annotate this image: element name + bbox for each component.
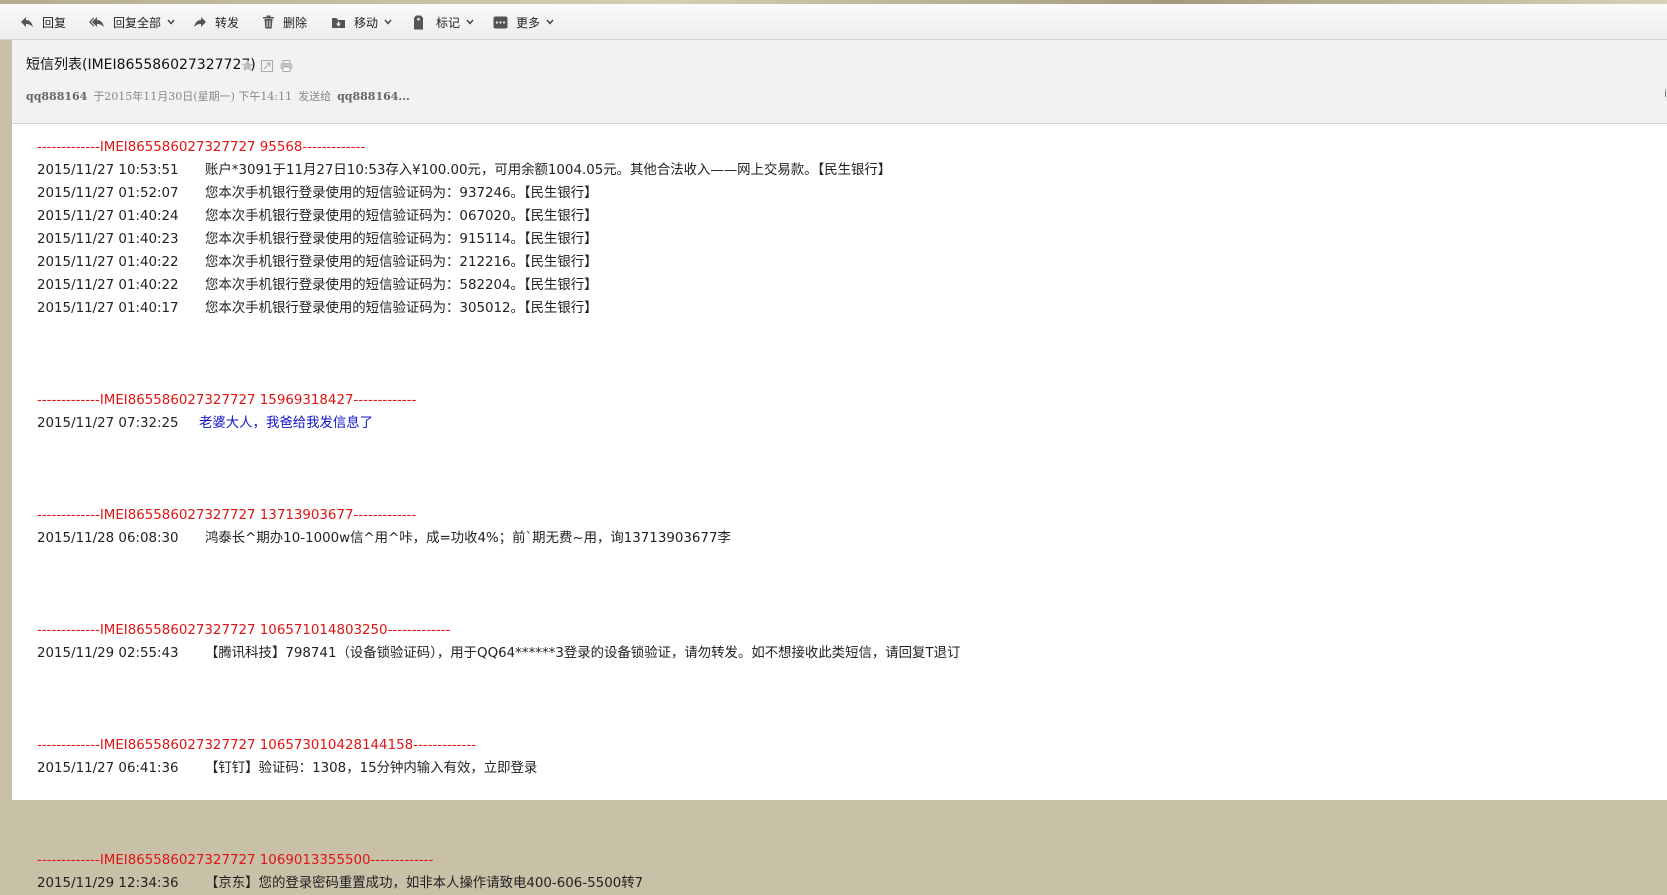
sms-row: 2015/11/29 02:55:43 【腾讯科技】798741（设备锁验证码），…: [37, 642, 960, 665]
sms-timestamp: 2015/11/29 02:55:43: [37, 646, 179, 661]
group-separator: -------------IMEI865586027327727 1371390…: [37, 508, 417, 523]
sms-list: -------------IMEI865586027327727 95568--…: [37, 136, 960, 895]
message-meta: qq888164 于2015年11月30日(星期一) 下午14:11 发送给 qq88…: [26, 88, 410, 104]
reply-icon: [20, 15, 34, 29]
star-icon[interactable]: [241, 57, 254, 76]
sms-row: 2015/11/29 12:34:36 【京东】您的登录密码重置成功，如非本人操作…: [37, 872, 960, 895]
forward-icon: [193, 15, 207, 29]
sent-to-label: 发送给: [298, 90, 332, 103]
sms-timestamp: 2015/11/27 01:52:07: [37, 186, 179, 201]
sms-timestamp: 2015/11/27 06:41:36: [37, 761, 179, 776]
sms-text: 【钉钉】验证码：1308，15分钟内输入有效，立即登录: [205, 761, 538, 776]
tag-icon: [413, 15, 424, 30]
message-subject: 短信列表(IMEI865586027327727): [26, 57, 256, 73]
move-to-folder-icon: [331, 15, 346, 29]
sms-row: 2015/11/28 06:08:30 鸿泰长^期办10-1000w信^用^咔，成…: [37, 527, 960, 550]
sms-timestamp: 2015/11/27 01:40:23: [37, 232, 179, 247]
sms-row: 2015/11/27 01:40:17 您本次手机银行登录使用的短信验证码为：30…: [37, 297, 960, 320]
sms-text: 您本次手机银行登录使用的短信验证码为：937246。【民生银行】: [205, 186, 598, 201]
sms-text: 老婆大人，我爸给我发信息了: [199, 416, 374, 431]
sms-text: 【京东】您的登录密码重置成功，如非本人操作请致电400-606-5500转7: [205, 876, 644, 891]
sms-row: 2015/11/27 01:52:07 您本次手机银行登录使用的短信验证码为：93…: [37, 182, 960, 205]
message-header: 短信列表(IMEI865586027327727) qq888164 于2015年…: [12, 40, 1667, 124]
sms-timestamp: 2015/11/27 01:40:22: [37, 255, 179, 270]
delete-button[interactable]: 删除: [262, 4, 307, 40]
sms-timestamp: 2015/11/27 01:40:24: [37, 209, 179, 224]
forward-button[interactable]: 转发: [193, 4, 239, 40]
delete-label: 删除: [283, 15, 308, 30]
sms-row: 2015/11/27 01:40:23 您本次手机银行登录使用的短信验证码为：91…: [37, 228, 960, 251]
sent-date: 于2015年11月30日(星期一) 下午14:11: [93, 90, 293, 103]
group-separator: -------------IMEI865586027327727 1596931…: [37, 393, 417, 408]
sms-text: 您本次手机银行登录使用的短信验证码为：305012。【民生银行】: [205, 301, 598, 316]
reply-all-chevron-down-icon[interactable]: [167, 19, 175, 25]
sms-timestamp: 2015/11/27 07:32:25: [37, 416, 179, 431]
sms-timestamp: 2015/11/28 06:08:30: [37, 531, 179, 546]
sms-text: 您本次手机银行登录使用的短信验证码为：212216。【民生银行】: [205, 255, 598, 270]
sms-timestamp: 2015/11/29 12:34:36: [37, 876, 179, 891]
sms-text: 鸿泰长^期办10-1000w信^用^咔，成=功收4%；前`期无费~用，询1371…: [205, 531, 731, 546]
mail-toolbar: 回复 回复全部 转发 删除 移动 标记 更多: [0, 4, 1667, 40]
sms-row: 2015/11/27 07:32:25 老婆大人，我爸给我发信息了: [37, 412, 960, 435]
reply-label: 回复: [42, 15, 67, 30]
sms-text: 您本次手机银行登录使用的短信验证码为：915114。【民生银行】: [205, 232, 598, 247]
sms-row: 2015/11/27 01:40:24 您本次手机银行登录使用的短信验证码为：06…: [37, 205, 960, 228]
sms-row: 2015/11/27 01:40:22 您本次手机银行登录使用的短信验证码为：21…: [37, 251, 960, 274]
move-chevron-down-icon[interactable]: [384, 19, 392, 25]
print-icon[interactable]: [280, 57, 293, 76]
sms-row: 2015/11/27 10:53:51 账户*3091于11月27日10:53存入…: [37, 159, 960, 182]
mark-button[interactable]: 标记: [413, 4, 474, 40]
move-button[interactable]: 移动: [331, 4, 392, 40]
more-dots-icon: [493, 16, 508, 29]
more-label: 更多: [516, 15, 541, 30]
open-in-new-window-icon[interactable]: [261, 57, 273, 76]
sms-text: 账户*3091于11月27日10:53存入¥100.00元，可用余额1004.0…: [205, 163, 892, 178]
recipient-name[interactable]: qq888164...: [337, 90, 410, 103]
group-separator: -------------IMEI865586027327727 95568--…: [37, 140, 366, 155]
reply-all-button[interactable]: 回复全部: [89, 4, 175, 40]
group-separator: -------------IMEI865586027327727 1065730…: [37, 738, 476, 753]
mark-chevron-down-icon[interactable]: [466, 19, 474, 25]
forward-label: 转发: [215, 15, 240, 30]
move-label: 移动: [354, 15, 379, 30]
reply-button[interactable]: 回复: [20, 4, 66, 40]
more-button[interactable]: 更多: [493, 4, 554, 40]
sms-text: 您本次手机银行登录使用的短信验证码为：582204。【民生银行】: [205, 278, 598, 293]
sms-text: 【腾讯科技】798741（设备锁验证码），用于QQ64******3登录的设备锁…: [205, 646, 961, 661]
sms-row: 2015/11/27 01:40:22 您本次手机银行登录使用的短信验证码为：58…: [37, 274, 960, 297]
reply-all-label: 回复全部: [113, 15, 162, 30]
trash-icon: [262, 15, 275, 29]
reply-all-icon: [89, 15, 105, 29]
mark-label: 标记: [436, 15, 461, 30]
sms-timestamp: 2015/11/27 01:40:17: [37, 301, 179, 316]
sms-timestamp: 2015/11/27 10:53:51: [37, 163, 179, 178]
sms-text: 您本次手机银行登录使用的短信验证码为：067020。【民生银行】: [205, 209, 598, 224]
more-chevron-down-icon[interactable]: [546, 19, 554, 25]
message-body: -------------IMEI865586027327727 95568--…: [12, 124, 1667, 891]
sender-name[interactable]: qq888164: [26, 90, 87, 103]
sms-row: 2015/11/27 06:41:36 【钉钉】验证码：1308，15分钟内输入有…: [37, 757, 960, 780]
sms-timestamp: 2015/11/27 01:40:22: [37, 278, 179, 293]
group-separator: -------------IMEI865586027327727 1069013…: [37, 853, 434, 868]
group-separator: -------------IMEI865586027327727 1065710…: [37, 623, 451, 638]
